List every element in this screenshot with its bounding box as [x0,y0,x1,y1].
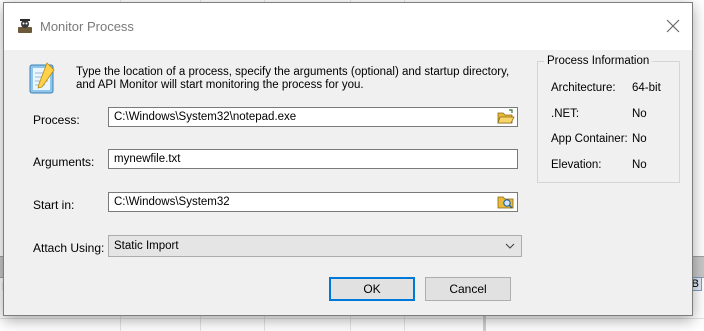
start-in-label: Start in: [33,198,75,212]
title-bar: Monitor Process [4,3,692,50]
dialog-body: Type the location of a process, specify … [4,50,692,315]
elevation-key: Elevation: [551,159,602,171]
cancel-button[interactable]: Cancel [425,277,511,301]
architecture-key: Architecture: [551,82,616,94]
chevron-down-icon [505,243,515,249]
attach-using-value: Static Import [114,240,179,252]
process-label: Process: [33,113,80,127]
dialog-title: Monitor Process [40,19,134,34]
start-in-field [108,192,518,212]
dotnet-value: No [632,108,647,120]
app-container-value: No [632,133,647,145]
grid-line [0,318,704,319]
close-button[interactable] [658,11,688,41]
folder-search-icon [497,196,514,209]
dotnet-key: .NET: [551,108,580,120]
process-input[interactable] [114,110,494,124]
process-information-title: Process Information [544,55,653,67]
arguments-field [108,149,518,169]
attach-using-select[interactable]: Static Import [108,235,522,257]
architecture-value: 64-bit [632,82,661,94]
app-container-key: App Container: [551,133,628,145]
arguments-input[interactable] [114,152,494,166]
monitor-process-dialog: Monitor Process Type the location of a p… [3,2,693,316]
app-monitor-icon [17,18,33,34]
attach-using-label: Attach Using: [33,241,105,255]
start-in-browse-button[interactable] [497,194,515,210]
close-icon [666,19,680,33]
ok-button[interactable]: OK [329,277,415,301]
process-browse-button[interactable] [497,109,515,125]
open-folder-icon [497,109,515,124]
start-in-input[interactable] [114,195,494,209]
elevation-value: No [632,159,647,171]
arguments-label: Arguments: [33,155,95,169]
notepad-icon [27,61,57,95]
process-field [108,107,518,127]
description-text: Type the location of a process, specify … [76,66,510,91]
